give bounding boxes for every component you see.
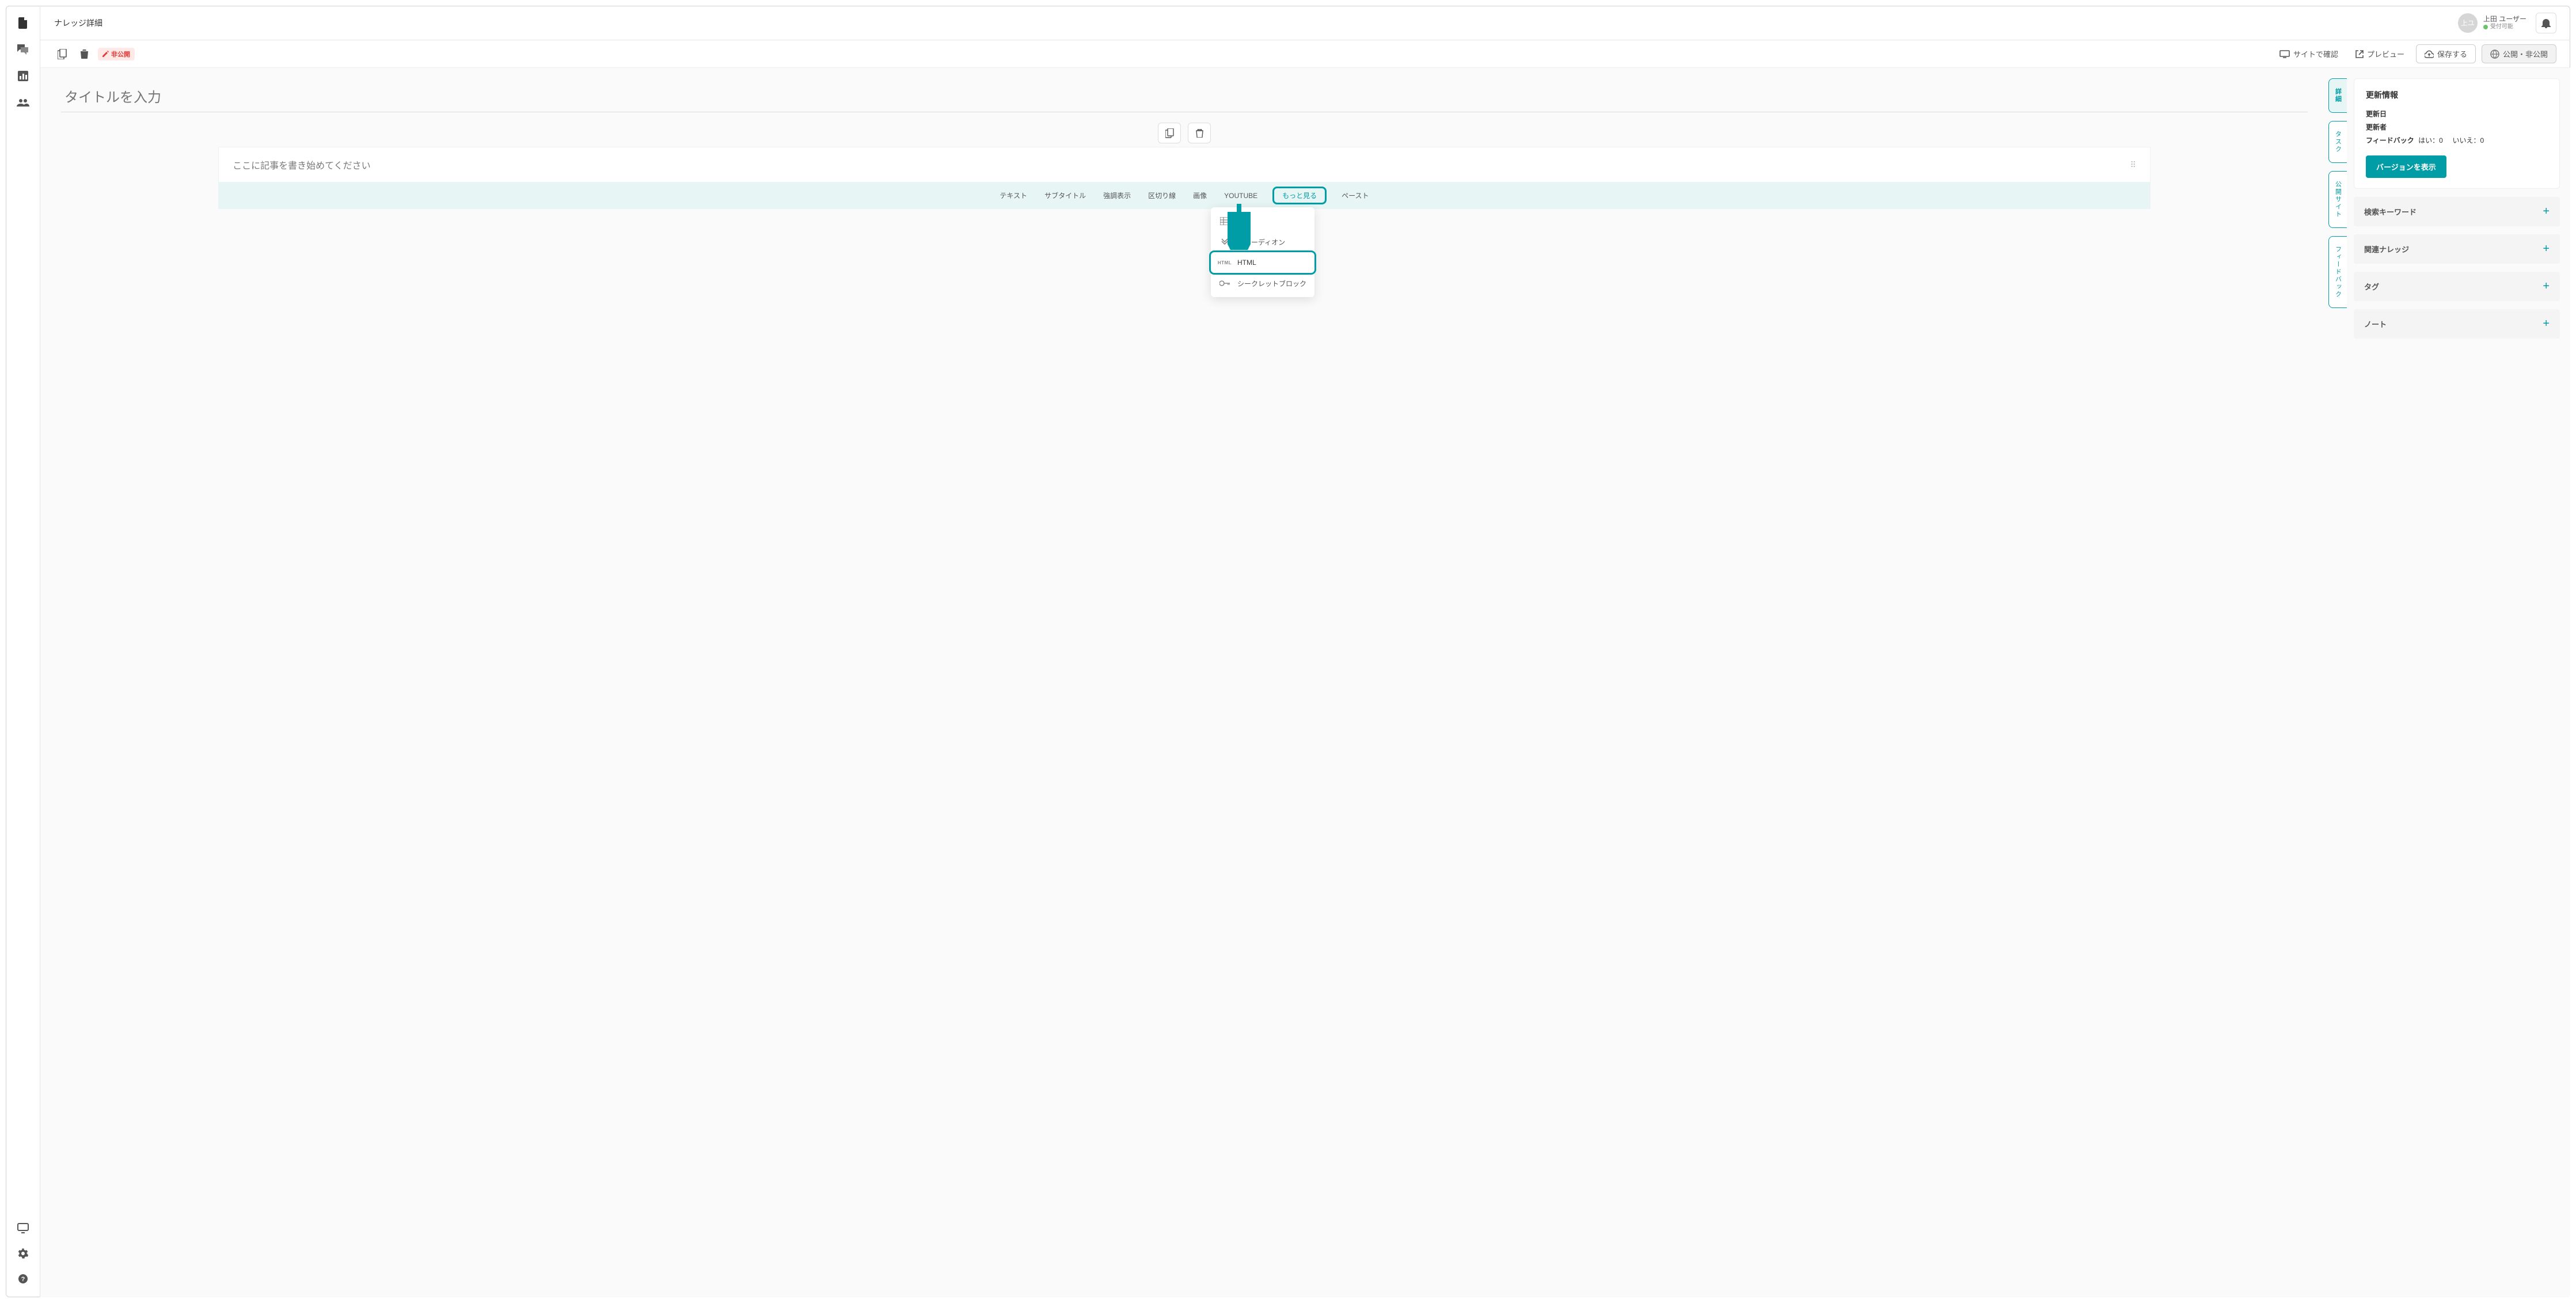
confirm-on-site-button[interactable]: サイトで確認 xyxy=(2274,45,2344,63)
update-info-panel: 更新情報 更新日 更新者 フィードバック はい：0 いいえ：0 バージョンを表示 xyxy=(2354,78,2560,189)
notifications-button[interactable] xyxy=(2536,13,2556,33)
save-button[interactable]: 保存する xyxy=(2416,44,2476,63)
document-icon[interactable] xyxy=(16,16,30,30)
bell-icon xyxy=(2541,18,2551,28)
monitor-icon[interactable] xyxy=(16,1221,30,1235)
panel-related[interactable]: 関連ナレッジ + xyxy=(2354,234,2560,264)
tab-task[interactable]: タスク xyxy=(2328,121,2347,163)
show-versions-button[interactable]: バージョンを表示 xyxy=(2366,155,2446,178)
tab-feedback[interactable]: フィードバック xyxy=(2328,236,2347,308)
plus-icon: + xyxy=(2543,317,2550,331)
body-input[interactable]: ここに記事を書き始めてください ⠿ xyxy=(218,147,2151,182)
avatar: 上ユ xyxy=(2458,13,2478,33)
gear-icon[interactable] xyxy=(16,1247,30,1260)
users-icon[interactable] xyxy=(16,96,30,109)
svg-text:?: ? xyxy=(21,1276,25,1283)
copy-button[interactable] xyxy=(54,46,70,62)
monitor-icon xyxy=(2279,50,2290,58)
insert-more[interactable]: もっと見る xyxy=(1272,187,1327,204)
status-dot-icon xyxy=(2483,25,2488,29)
right-sidebar: 詳細 タスク 公開サイト フィードバック 更新情報 更新日 更新者 フィードバッ… xyxy=(2328,68,2570,1297)
title-input[interactable] xyxy=(61,84,2308,112)
insert-youtube[interactable]: YOUTUBE xyxy=(1222,188,1260,203)
table-icon xyxy=(1219,215,1230,227)
panel-heading: 更新情報 xyxy=(2366,89,2548,101)
key-icon xyxy=(1219,278,1230,289)
chart-icon[interactable] xyxy=(16,69,30,83)
copy-icon xyxy=(1165,128,1174,138)
dropdown-html[interactable]: HTML HTML xyxy=(1211,252,1314,273)
cloud-upload-icon xyxy=(2425,50,2434,58)
plus-icon: + xyxy=(2543,242,2550,256)
drag-handle-icon[interactable]: ⠿ xyxy=(2130,160,2136,170)
publish-button[interactable]: 公開・非公開 xyxy=(2482,44,2556,63)
insert-image[interactable]: 画像 xyxy=(1191,187,1209,204)
panel-notes[interactable]: ノート + xyxy=(2354,309,2560,339)
help-icon[interactable]: ? xyxy=(16,1272,30,1286)
insert-emphasis[interactable]: 強調表示 xyxy=(1101,187,1133,204)
status-badge[interactable]: 非公開 xyxy=(98,48,135,60)
panel-tags[interactable]: タグ + xyxy=(2354,272,2560,301)
insert-text[interactable]: テキスト xyxy=(997,187,1029,204)
tab-detail[interactable]: 詳細 xyxy=(2328,78,2347,113)
actionbar: 非公開 サイトで確認 プレビュー 保存する 公開・非公開 xyxy=(40,40,2570,68)
html-icon: HTML xyxy=(1219,257,1230,268)
globe-icon xyxy=(2490,50,2499,59)
insert-toolbar: テキスト サブタイトル 強調表示 区切り線 画像 YOUTUBE もっと見る ペ… xyxy=(218,182,2151,209)
external-link-icon xyxy=(2355,50,2364,58)
block-copy-button[interactable] xyxy=(1158,123,1181,143)
more-dropdown: 表 アコーディオン HTML HTML xyxy=(1211,207,1314,297)
trash-icon xyxy=(1196,129,1203,138)
preview-button[interactable]: プレビュー xyxy=(2350,45,2410,63)
editor-block: ここに記事を書き始めてください ⠿ テキスト サブタイトル 強調表示 区切り線 … xyxy=(218,147,2151,209)
editor-area: ここに記事を書き始めてください ⠿ テキスト サブタイトル 強調表示 区切り線 … xyxy=(40,68,2328,1297)
titlebar: ナレッジ詳細 上ユ 上田 ユーザー 受付可能 xyxy=(40,6,2570,40)
panel-keywords[interactable]: 検索キーワード + xyxy=(2354,197,2560,226)
nav-rail: ? xyxy=(6,6,40,1297)
user-name: 上田 ユーザー xyxy=(2483,15,2526,23)
dropdown-table[interactable]: 表 xyxy=(1211,211,1314,231)
block-delete-button[interactable] xyxy=(1188,123,1211,143)
insert-subtitle[interactable]: サブタイトル xyxy=(1042,187,1088,204)
pencil-icon xyxy=(102,51,109,57)
user-status: 受付可能 xyxy=(2490,24,2513,31)
plus-icon: + xyxy=(2543,205,2550,218)
insert-paste[interactable]: ペースト xyxy=(1339,187,1371,204)
insert-divider[interactable]: 区切り線 xyxy=(1146,187,1178,204)
page-title: ナレッジ詳細 xyxy=(54,17,102,29)
plus-icon: + xyxy=(2543,280,2550,293)
accordion-icon xyxy=(1219,236,1230,248)
dropdown-accordion[interactable]: アコーディオン xyxy=(1211,231,1314,252)
delete-button[interactable] xyxy=(76,46,92,62)
user-chip[interactable]: 上ユ 上田 ユーザー 受付可能 xyxy=(2458,13,2526,33)
chat-icon[interactable] xyxy=(16,43,30,56)
dropdown-secret[interactable]: シークレットブロック xyxy=(1211,273,1314,294)
tab-public-site[interactable]: 公開サイト xyxy=(2328,171,2347,228)
